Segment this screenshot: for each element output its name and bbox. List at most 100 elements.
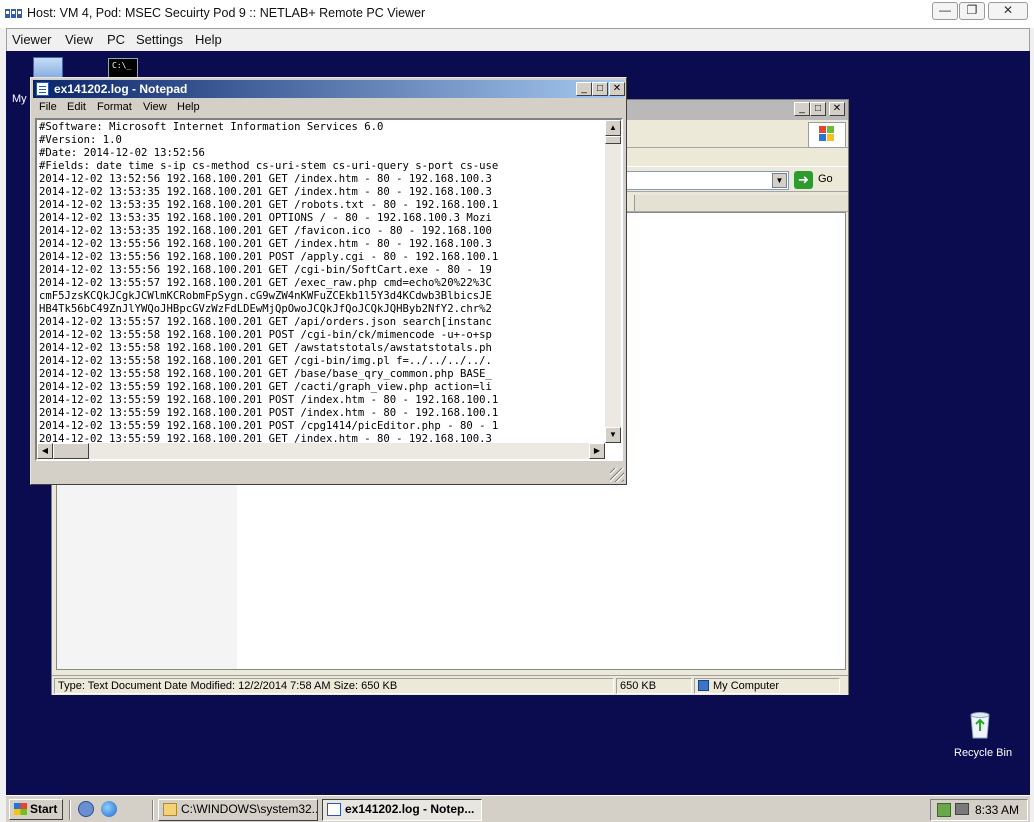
log-line: 2014-12-02 13:55:58 192.168.100.201 POST… bbox=[39, 329, 492, 341]
start-label: Start bbox=[30, 802, 58, 816]
arrow-right-icon: ▶ bbox=[593, 446, 601, 455]
maximize-button[interactable]: ❐ bbox=[959, 2, 985, 20]
go-arrow-icon: ➜ bbox=[794, 171, 813, 189]
notepad-menu-edit[interactable]: Edit bbox=[67, 101, 86, 113]
notepad-menu-help[interactable]: Help bbox=[177, 101, 200, 113]
arrow-up-icon: ▲ bbox=[609, 123, 617, 132]
menu-help[interactable]: Help bbox=[195, 32, 222, 47]
vmware-tools-icon[interactable] bbox=[955, 803, 969, 815]
log-line: 2014-12-02 13:53:35 192.168.100.201 GET … bbox=[39, 225, 492, 237]
horizontal-scroll-thumb[interactable] bbox=[53, 443, 89, 459]
scroll-down-button[interactable]: ▼ bbox=[605, 427, 621, 443]
explorer-maximize-button[interactable]: □ bbox=[810, 102, 826, 116]
explorer-close-button[interactable]: ✕ bbox=[829, 102, 845, 116]
log-text: #Software: Microsoft Internet Informatio… bbox=[39, 121, 609, 456]
resize-grip[interactable] bbox=[610, 468, 624, 482]
explorer-minimize-button[interactable]: _ bbox=[794, 102, 810, 116]
log-line: 2014-12-02 13:55:56 192.168.100.201 GET … bbox=[39, 264, 492, 276]
windows-flag-icon bbox=[14, 803, 27, 815]
log-line: 2014-12-02 13:53:35 192.168.100.201 GET … bbox=[39, 199, 499, 211]
log-line: 2014-12-02 13:55:59 192.168.100.201 GET … bbox=[39, 381, 492, 393]
log-line: 2014-12-02 13:55:57 192.168.100.201 GET … bbox=[39, 316, 492, 328]
close-icon: ✕ bbox=[832, 103, 842, 114]
notepad-window: ex141202.log - Notepad _ □ ✕ File Edit F… bbox=[30, 77, 627, 485]
log-line: #Software: Microsoft Internet Informatio… bbox=[39, 121, 384, 133]
taskbar-separator bbox=[152, 800, 154, 820]
remote-desktop: My C:\_ _ □ ✕ ▼ ➜ Go Type: Text Document… bbox=[6, 51, 1030, 822]
cmd-glyph: C:\_ bbox=[112, 61, 132, 70]
my-documents-label[interactable]: My bbox=[12, 93, 27, 105]
status-zone: My Computer bbox=[694, 678, 840, 694]
taskbar-task-notepad[interactable]: ex141202.log - Notep... bbox=[322, 799, 482, 821]
column-header[interactable] bbox=[634, 195, 848, 211]
log-line: 2014-12-02 13:55:56 192.168.100.201 GET … bbox=[39, 238, 492, 250]
notepad-maximize-button[interactable]: □ bbox=[592, 82, 608, 96]
chevron-down-icon: ▼ bbox=[775, 176, 784, 185]
minimize-icon: _ bbox=[581, 83, 587, 94]
maximize-icon: ❐ bbox=[966, 3, 978, 17]
vertical-scrollbar[interactable]: ▲ ▼ bbox=[605, 120, 621, 443]
go-label: Go bbox=[818, 173, 833, 185]
status-info: Type: Text Document Date Modified: 12/2/… bbox=[54, 678, 614, 694]
go-button[interactable]: ➜ Go bbox=[794, 170, 836, 190]
notepad-close-button[interactable]: ✕ bbox=[609, 82, 625, 96]
status-bar: Type: Text Document Date Modified: 12/2/… bbox=[52, 675, 848, 695]
log-line: cmF5JzsKCQkJCgkJCWlmKCRobmFpSygn.cG9wZW4… bbox=[39, 290, 492, 302]
horizontal-scrollbar[interactable]: ◀ ▶ bbox=[37, 443, 605, 459]
notepad-icon bbox=[327, 803, 341, 816]
log-line: 2014-12-02 13:53:35 192.168.100.201 GET … bbox=[39, 186, 492, 198]
notepad-minimize-button[interactable]: _ bbox=[576, 82, 592, 96]
address-input[interactable]: ▼ bbox=[622, 171, 789, 190]
address-dropdown-button[interactable]: ▼ bbox=[772, 173, 787, 188]
minimize-button[interactable]: — bbox=[932, 2, 958, 20]
log-line: 2014-12-02 13:52:56 192.168.100.201 GET … bbox=[39, 173, 492, 185]
system-tray: 8:33 AM bbox=[930, 799, 1028, 821]
network-icon[interactable] bbox=[937, 803, 951, 817]
start-button[interactable]: Start bbox=[9, 799, 63, 820]
notepad-title: ex141202.log - Notepad bbox=[54, 82, 188, 96]
taskbar-task-explorer[interactable]: C:\WINDOWS\system32... bbox=[158, 799, 318, 821]
recycle-bin-label[interactable]: Recycle Bin bbox=[954, 747, 1012, 759]
log-line: #Fields: date time s-ip cs-method cs-uri… bbox=[39, 160, 499, 172]
minimize-icon: — bbox=[939, 3, 951, 17]
close-icon: ✕ bbox=[1002, 3, 1014, 17]
task-label: ex141202.log - Notep... bbox=[345, 802, 475, 816]
netlab-app-icon bbox=[5, 9, 22, 18]
log-line: 2014-12-02 13:55:57 192.168.100.201 GET … bbox=[39, 277, 492, 289]
menu-pc[interactable]: PC bbox=[107, 32, 125, 47]
internet-explorer-icon[interactable] bbox=[101, 801, 117, 817]
log-line: #Date: 2014-12-02 13:52:56 bbox=[39, 147, 205, 159]
menu-settings[interactable]: Settings bbox=[136, 32, 183, 47]
taskbar-separator bbox=[69, 800, 71, 820]
maximize-icon: □ bbox=[596, 83, 604, 94]
clock: 8:33 AM bbox=[974, 803, 1019, 817]
scroll-up-button[interactable]: ▲ bbox=[605, 120, 621, 136]
close-button[interactable]: ✕ bbox=[988, 2, 1028, 20]
log-line: 2014-12-02 13:55:59 192.168.100.201 POST… bbox=[39, 394, 499, 406]
scroll-right-button[interactable]: ▶ bbox=[589, 443, 605, 459]
task-label: C:\WINDOWS\system32... bbox=[181, 802, 318, 816]
log-line: 2014-12-02 13:55:58 192.168.100.201 GET … bbox=[39, 342, 492, 354]
status-zone-label: My Computer bbox=[713, 680, 780, 692]
log-line: #Version: 1.0 bbox=[39, 134, 122, 146]
my-computer-icon bbox=[698, 680, 709, 691]
notepad-titlebar[interactable]: ex141202.log - Notepad _ □ ✕ bbox=[33, 80, 625, 98]
notepad-menu-file[interactable]: File bbox=[39, 101, 57, 113]
log-line: 2014-12-02 13:55:58 192.168.100.201 GET … bbox=[39, 368, 492, 380]
show-desktop-icon[interactable] bbox=[78, 801, 94, 817]
log-line: 2014-12-02 13:53:35 192.168.100.201 OPTI… bbox=[39, 212, 492, 224]
menu-viewer[interactable]: Viewer bbox=[12, 32, 52, 47]
notepad-text-area[interactable]: #Software: Microsoft Internet Informatio… bbox=[35, 118, 623, 461]
arrow-down-icon: ▼ bbox=[609, 430, 617, 439]
notepad-menu-format[interactable]: Format bbox=[97, 101, 132, 113]
maximize-icon: □ bbox=[814, 103, 822, 114]
notepad-menu-view[interactable]: View bbox=[143, 101, 167, 113]
windows-logo-icon bbox=[808, 122, 846, 148]
vertical-scroll-thumb[interactable] bbox=[605, 136, 621, 144]
viewer-frame-right bbox=[1030, 28, 1034, 822]
log-line: 2014-12-02 13:55:59 192.168.100.201 POST… bbox=[39, 420, 499, 432]
recycle-bin-icon[interactable] bbox=[968, 711, 992, 739]
arrow-left-icon: ◀ bbox=[41, 446, 49, 455]
scroll-left-button[interactable]: ◀ bbox=[37, 443, 53, 459]
menu-view[interactable]: View bbox=[65, 32, 93, 47]
